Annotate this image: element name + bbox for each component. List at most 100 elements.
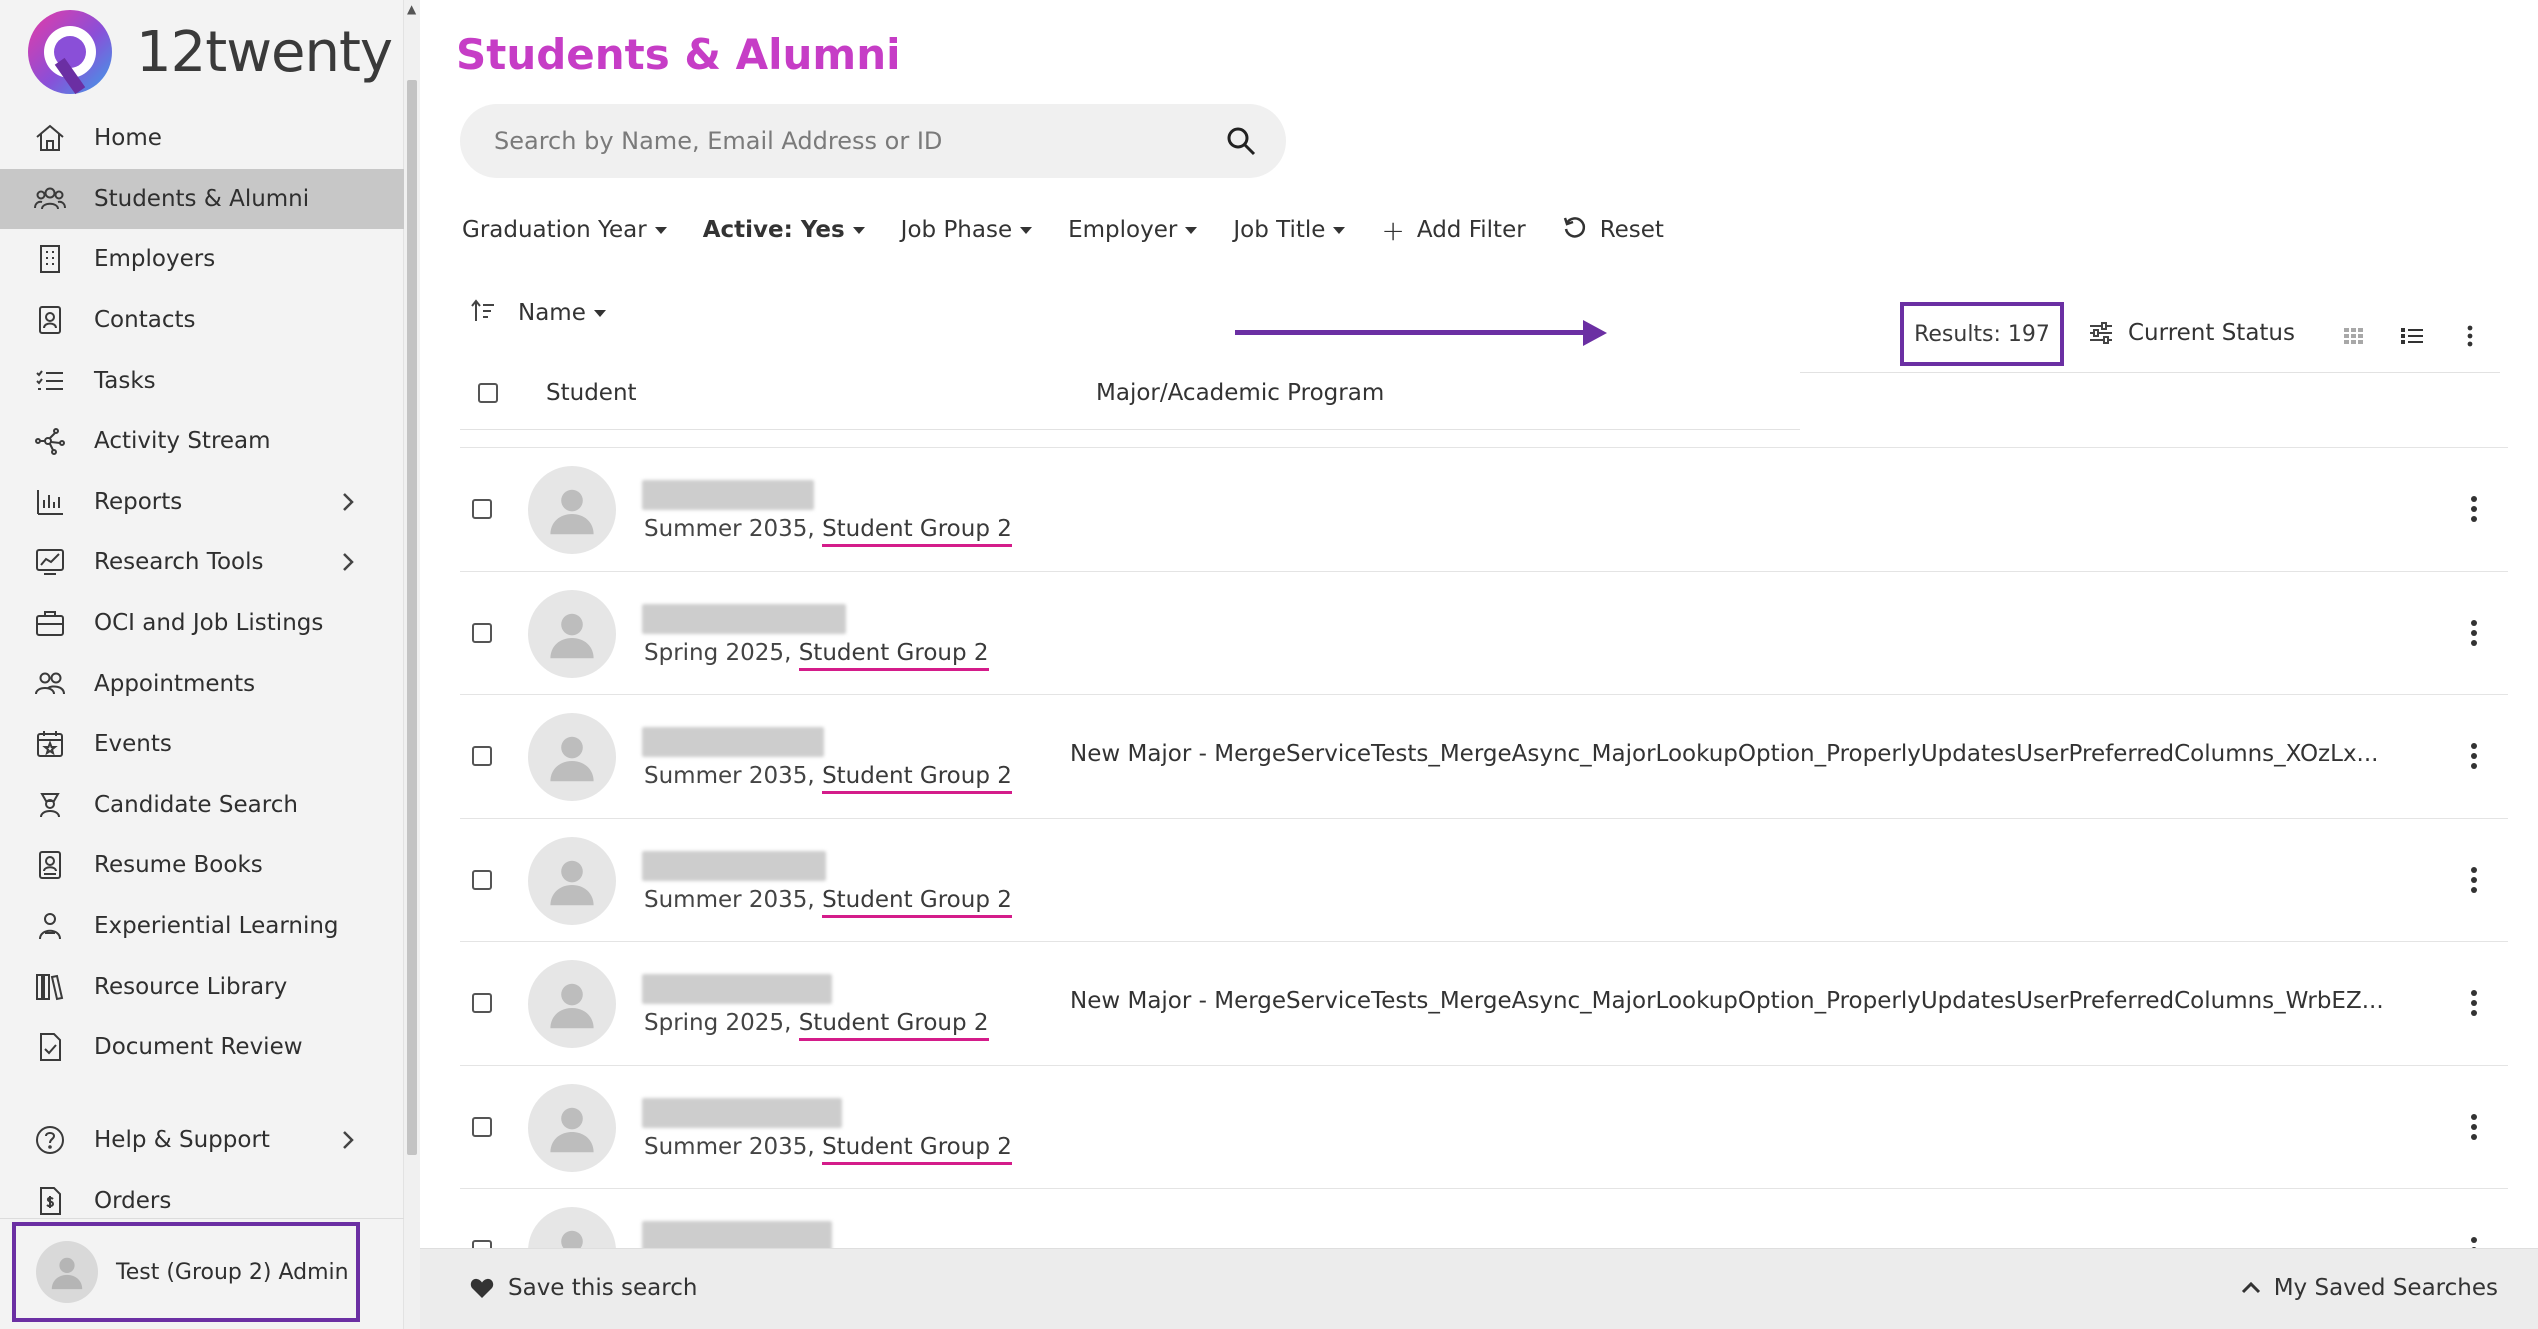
view-toggle [2340, 322, 2514, 350]
student-list: Summer 2035, Student Group 2 Spring 2025… [460, 447, 2508, 1312]
student-group-link[interactable]: Student Group 2 [822, 886, 1012, 918]
sidebar-item-resume-books[interactable]: Resume Books [0, 835, 404, 896]
save-search-button[interactable]: Save this search [470, 1275, 697, 1301]
sidebar-item-document-review[interactable]: Document Review [0, 1017, 404, 1078]
sidebar-item-candidate-search[interactable]: Candidate Search [0, 775, 404, 836]
filter-employer[interactable]: Employer [1068, 217, 1198, 243]
row-more-icon[interactable] [2470, 494, 2478, 524]
building-icon [32, 241, 68, 277]
table-row[interactable]: Spring 2025, Student Group 2 [460, 570, 2508, 695]
student-name-redacted[interactable] [642, 1221, 832, 1251]
search-icon[interactable] [1226, 126, 1256, 156]
row-checkbox[interactable] [472, 499, 492, 519]
sidebar-item-employers[interactable]: Employers [0, 229, 404, 290]
user-profile[interactable]: Test (Group 2) Admin [12, 1222, 360, 1322]
row-more-icon[interactable] [2470, 988, 2478, 1018]
page-title: Students & Alumni [456, 30, 901, 79]
sidebar-item-tasks[interactable]: Tasks [0, 350, 404, 411]
student-group-link[interactable]: Student Group 2 [822, 763, 1012, 794]
table-row[interactable]: Summer 2035, Student Group 2 New Major -… [460, 694, 2508, 818]
student-group-link[interactable]: Student Group 2 [822, 1133, 1012, 1165]
search-bar[interactable] [460, 104, 1286, 178]
sidebar-item-activity-stream[interactable]: Activity Stream [0, 411, 404, 472]
row-checkbox[interactable] [472, 1116, 492, 1137]
filter-job-phase[interactable]: Job Phase [901, 217, 1033, 243]
annotation-arrow-head [1583, 320, 1607, 346]
row-more-icon[interactable] [2470, 865, 2478, 895]
scrollbar-thumb[interactable] [407, 80, 417, 1155]
sidebar-item-oci-and-job-listings[interactable]: OCI and Job Listings [0, 593, 404, 654]
sidebar-item-label: Document Review [94, 1034, 303, 1061]
add-filter-button[interactable]: + Add Filter [1381, 214, 1525, 247]
student-name-redacted[interactable] [642, 480, 814, 510]
row-more-icon[interactable] [2470, 1112, 2478, 1142]
reset-button[interactable]: Reset [1562, 215, 1664, 245]
sort-label[interactable]: Name [518, 300, 586, 326]
chevron-right-icon [336, 1128, 360, 1152]
chevron-down-icon [654, 226, 667, 234]
grid-view-icon[interactable] [2340, 322, 2368, 350]
sort-control[interactable]: Name [470, 298, 606, 328]
app-logo[interactable]: 12twenty [24, 6, 393, 98]
student-name-redacted[interactable] [642, 850, 826, 881]
table-row[interactable]: Summer 2035, Student Group 2 [460, 447, 2508, 571]
table-row[interactable]: Summer 2035, Student Group 2 [460, 1064, 2508, 1189]
student-name-redacted[interactable] [642, 974, 832, 1004]
row-checkbox[interactable] [472, 869, 492, 890]
current-status-button[interactable]: Current Status [2088, 320, 2295, 346]
sidebar-item-label: Tasks [94, 367, 156, 394]
avatar[interactable] [528, 589, 616, 678]
table-row[interactable]: Summer 2035, Student Group 2 [460, 817, 2508, 942]
student-name-redacted[interactable] [642, 603, 846, 634]
user-icon [550, 489, 594, 535]
list-view-icon[interactable] [2398, 322, 2426, 350]
sidebar-item-label: Orders [94, 1187, 172, 1214]
row-more-icon[interactable] [2470, 618, 2478, 648]
sidebar-item-reports[interactable]: Reports [0, 472, 404, 533]
avatar[interactable] [528, 713, 616, 801]
sidebar-item-home[interactable]: Home [0, 108, 404, 169]
avatar[interactable] [528, 1083, 616, 1172]
sidebar-item-help-and-support[interactable]: Help & Support [0, 1110, 404, 1171]
table-row[interactable]: Spring 2025, Student Group 2 New Major -… [460, 941, 2508, 1065]
row-checkbox[interactable] [472, 746, 492, 766]
sidebar: 12twenty Home Students & Alumni Employer… [0, 0, 404, 1329]
row-checkbox[interactable] [472, 622, 492, 643]
column-header-student[interactable]: Student [546, 380, 637, 406]
sidebar-item-experiential-learning[interactable]: Experiential Learning [0, 896, 404, 957]
sort-icon[interactable] [470, 298, 496, 328]
row-checkbox[interactable] [472, 993, 492, 1013]
avatar[interactable] [528, 836, 616, 925]
sidebar-item-appointments[interactable]: Appointments [0, 653, 404, 714]
user-name: Test (Group 2) Admin [116, 1259, 349, 1285]
logo-text: 12twenty [136, 19, 393, 85]
filter-job-title[interactable]: Job Title [1233, 217, 1346, 243]
sidebar-item-events[interactable]: Events [0, 714, 404, 775]
avatar[interactable] [528, 960, 616, 1048]
select-all-checkbox[interactable] [478, 383, 498, 403]
student-group-link[interactable]: Student Group 2 [822, 516, 1012, 547]
avatar[interactable] [528, 466, 616, 554]
filter-graduation-year[interactable]: Graduation Year [462, 217, 667, 243]
student-meta: Spring 2025, Student Group 2 [644, 1010, 989, 1041]
scroll-up-icon[interactable]: ▲ [407, 2, 416, 16]
filter-label: Graduation Year [462, 217, 647, 243]
sidebar-item-resource-library[interactable]: Resource Library [0, 956, 404, 1017]
sidebar-item-research-tools[interactable]: Research Tools [0, 532, 404, 593]
filter-active-yes[interactable]: Active: Yes [703, 217, 865, 243]
student-group-link[interactable]: Student Group 2 [798, 1010, 989, 1041]
student-group-link[interactable]: Student Group 2 [798, 639, 989, 671]
sidebar-item-label: Reports [94, 488, 183, 515]
row-more-icon[interactable] [2470, 741, 2478, 771]
more-options-icon[interactable] [2456, 322, 2484, 350]
sidebar-item-contacts[interactable]: Contacts [0, 290, 404, 351]
search-input[interactable] [494, 127, 1194, 155]
my-saved-searches-button[interactable]: My Saved Searches [2240, 1275, 2498, 1301]
sidebar-item-students-and-alumni[interactable]: Students & Alumni [0, 168, 404, 230]
student-name-redacted[interactable] [642, 1097, 842, 1128]
user-icon [550, 983, 594, 1029]
table-header: Student Major/Academic Program [460, 356, 1800, 430]
column-header-major[interactable]: Major/Academic Program [1096, 380, 1384, 406]
sidebar-scrollbar[interactable]: ▲ [404, 0, 420, 1329]
student-name-redacted[interactable] [642, 727, 824, 757]
